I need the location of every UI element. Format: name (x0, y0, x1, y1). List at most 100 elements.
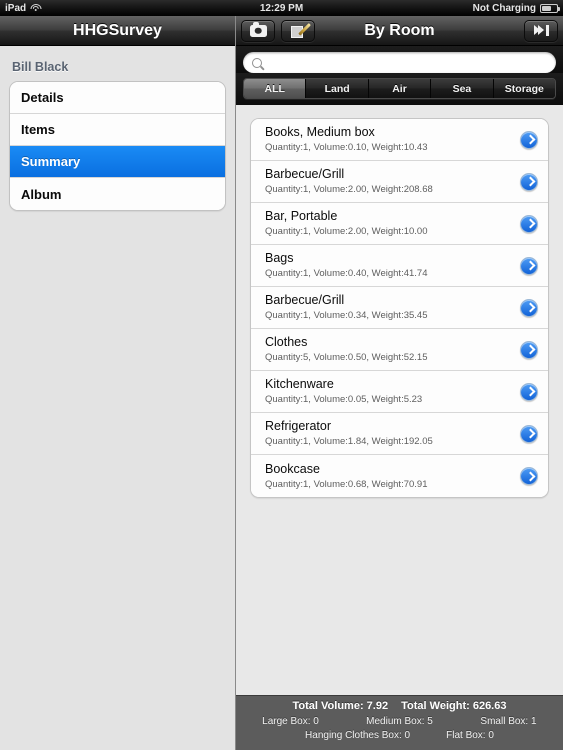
item-meta: Quantity:1, Volume:0.10, Weight:10.43 (265, 142, 428, 153)
toolbar-left-group (236, 19, 315, 42)
summary-totals-row: Total Volume: 7.92 Total Weight: 626.63 (236, 700, 563, 712)
sidebar-item-details[interactable]: Details (10, 82, 225, 114)
disclosure-chevron-icon[interactable] (520, 340, 538, 359)
segment-all[interactable]: ALL (244, 79, 307, 98)
filter-zone: ALL Land Air Sea Storage (236, 73, 563, 105)
sidebar-menu-group: Details Items Summary Album (9, 81, 226, 211)
list-item-texts: Barbecue/Grill Quantity:1, Volume:2.00, … (265, 167, 520, 196)
segment-label: Land (324, 82, 350, 95)
total-volume-label: Total Volume: 7.92 (292, 700, 389, 712)
sidebar-section-header: Bill Black (12, 60, 69, 74)
summary-box-counts-row-1: Large Box: 0 Medium Box: 5 Small Box: 1 (236, 716, 563, 727)
item-meta: Quantity:5, Volume:0.50, Weight:52.15 (265, 352, 428, 363)
item-name: Barbecue/Grill (265, 167, 345, 181)
list-item-texts: Refrigerator Quantity:1, Volume:1.84, We… (265, 419, 520, 448)
item-name: Bar, Portable (265, 209, 338, 223)
total-weight-label: Total Weight: 626.63 (401, 700, 507, 712)
disclosure-chevron-icon[interactable] (520, 467, 538, 485)
item-list-container[interactable]: Books, Medium box Quantity:1, Volume:0.1… (236, 105, 563, 695)
list-item-texts: Clothes Quantity:5, Volume:0.50, Weight:… (265, 335, 520, 364)
item-name: Refrigerator (265, 419, 331, 433)
segment-land[interactable]: Land (306, 79, 369, 98)
search-icon (252, 57, 262, 68)
list-item-texts: Kitchenware Quantity:1, Volume:0.05, Wei… (265, 377, 520, 406)
pencil-square-icon (290, 22, 312, 38)
item-meta: Quantity:1, Volume:2.00, Weight:10.00 (265, 226, 428, 237)
disclosure-chevron-icon[interactable] (520, 424, 538, 443)
sidebar-body: Bill Black Details Items Summary Album (0, 46, 235, 211)
item-name: Clothes (265, 335, 308, 349)
item-meta: Quantity:1, Volume:0.34, Weight:35.45 (265, 310, 428, 321)
list-item-texts: Bookcase Quantity:1, Volume:0.68, Weight… (265, 462, 520, 491)
detail-navigation-bar: By Room (236, 16, 563, 46)
list-item[interactable]: Bags Quantity:1, Volume:0.40, Weight:41.… (251, 245, 548, 287)
sidebar-item-album[interactable]: Album (10, 178, 225, 210)
hanging-clothes-box-count: Hanging Clothes Box: 0 (305, 730, 411, 741)
item-meta: Quantity:1, Volume:0.68, Weight:70.91 (265, 478, 428, 490)
segment-storage[interactable]: Storage (493, 79, 555, 98)
search-field[interactable] (243, 52, 556, 73)
list-item[interactable]: Barbecue/Grill Quantity:1, Volume:0.34, … (251, 287, 548, 329)
camera-button[interactable] (241, 19, 275, 42)
segment-label: ALL (264, 82, 285, 95)
disclosure-chevron-icon[interactable] (520, 382, 538, 401)
item-meta: Quantity:1, Volume:0.40, Weight:41.74 (265, 268, 428, 279)
search-input[interactable] (267, 56, 547, 69)
summary-box-counts-row-2: Hanging Clothes Box: 0 Flat Box: 0 (236, 730, 563, 741)
app-title: HHGSurvey (73, 21, 162, 39)
item-meta: Quantity:1, Volume:2.00, Weight:208.68 (265, 184, 433, 195)
list-item[interactable]: Books, Medium box Quantity:1, Volume:0.1… (251, 119, 548, 161)
list-item-texts: Bags Quantity:1, Volume:0.40, Weight:41.… (265, 251, 520, 280)
status-bar-right: Not Charging (472, 2, 560, 14)
segment-label: Sea (452, 82, 472, 95)
disclosure-chevron-icon[interactable] (520, 256, 538, 275)
power-status-label: Not Charging (472, 2, 536, 14)
medium-box-count: Medium Box: 5 (366, 716, 433, 727)
next-button[interactable] (524, 19, 558, 42)
sidebar-item-items[interactable]: Items (10, 114, 225, 146)
category-segmented-control[interactable]: ALL Land Air Sea Storage (243, 78, 556, 99)
list-item[interactable]: Barbecue/Grill Quantity:1, Volume:2.00, … (251, 161, 548, 203)
disclosure-chevron-icon[interactable] (520, 130, 538, 149)
list-item-texts: Books, Medium box Quantity:1, Volume:0.1… (265, 125, 520, 154)
sidebar-item-label: Items (21, 122, 55, 137)
item-name: Books, Medium box (265, 125, 375, 139)
sidebar-item-label: Summary (21, 154, 81, 169)
item-list: Books, Medium box Quantity:1, Volume:0.1… (250, 118, 549, 498)
item-name: Kitchenware (265, 377, 334, 391)
sidebar: HHGSurvey Bill Black Details Items Summa… (0, 16, 235, 750)
status-bar: iPad 12:29 PM Not Charging (0, 0, 563, 16)
item-name: Bags (265, 251, 294, 265)
small-box-count: Small Box: 1 (480, 716, 537, 727)
list-item[interactable]: Refrigerator Quantity:1, Volume:1.84, We… (251, 413, 548, 455)
sidebar-item-label: Album (21, 186, 62, 202)
camera-icon (249, 21, 267, 37)
sidebar-item-summary[interactable]: Summary (10, 146, 225, 178)
list-item[interactable]: Clothes Quantity:5, Volume:0.50, Weight:… (251, 329, 548, 371)
list-item[interactable]: Bookcase Quantity:1, Volume:0.68, Weight… (251, 455, 548, 497)
list-item[interactable]: Bar, Portable Quantity:1, Volume:2.00, W… (251, 203, 548, 245)
disclosure-chevron-icon[interactable] (520, 214, 538, 233)
item-meta: Quantity:1, Volume:1.84, Weight:192.05 (265, 436, 433, 447)
sidebar-navigation-bar: HHGSurvey (0, 16, 235, 46)
item-name: Barbecue/Grill (265, 293, 345, 307)
segment-label: Storage (504, 82, 544, 95)
list-item-texts: Barbecue/Grill Quantity:1, Volume:0.34, … (265, 293, 520, 322)
list-item[interactable]: Kitchenware Quantity:1, Volume:0.05, Wei… (251, 371, 548, 413)
segment-sea[interactable]: Sea (431, 79, 494, 98)
skip-forward-icon (533, 25, 549, 36)
detail-pane: By Room ALL Land Air Sea Storage Books, … (236, 16, 563, 750)
toolbar-right-group (524, 19, 558, 42)
list-item-texts: Bar, Portable Quantity:1, Volume:2.00, W… (265, 209, 520, 238)
large-box-count: Large Box: 0 (262, 716, 319, 727)
item-meta: Quantity:1, Volume:0.05, Weight:5.23 (265, 394, 423, 405)
sidebar-item-label: Details (21, 90, 64, 105)
item-name: Bookcase (265, 461, 320, 476)
battery-icon (540, 3, 560, 13)
app-root: iPad 12:29 PM Not Charging HHGSurvey Bil… (0, 0, 563, 750)
edit-button[interactable] (281, 19, 315, 42)
disclosure-chevron-icon[interactable] (520, 172, 538, 191)
segment-label: Air (392, 82, 407, 95)
segment-air[interactable]: Air (368, 79, 432, 98)
disclosure-chevron-icon[interactable] (520, 298, 538, 317)
